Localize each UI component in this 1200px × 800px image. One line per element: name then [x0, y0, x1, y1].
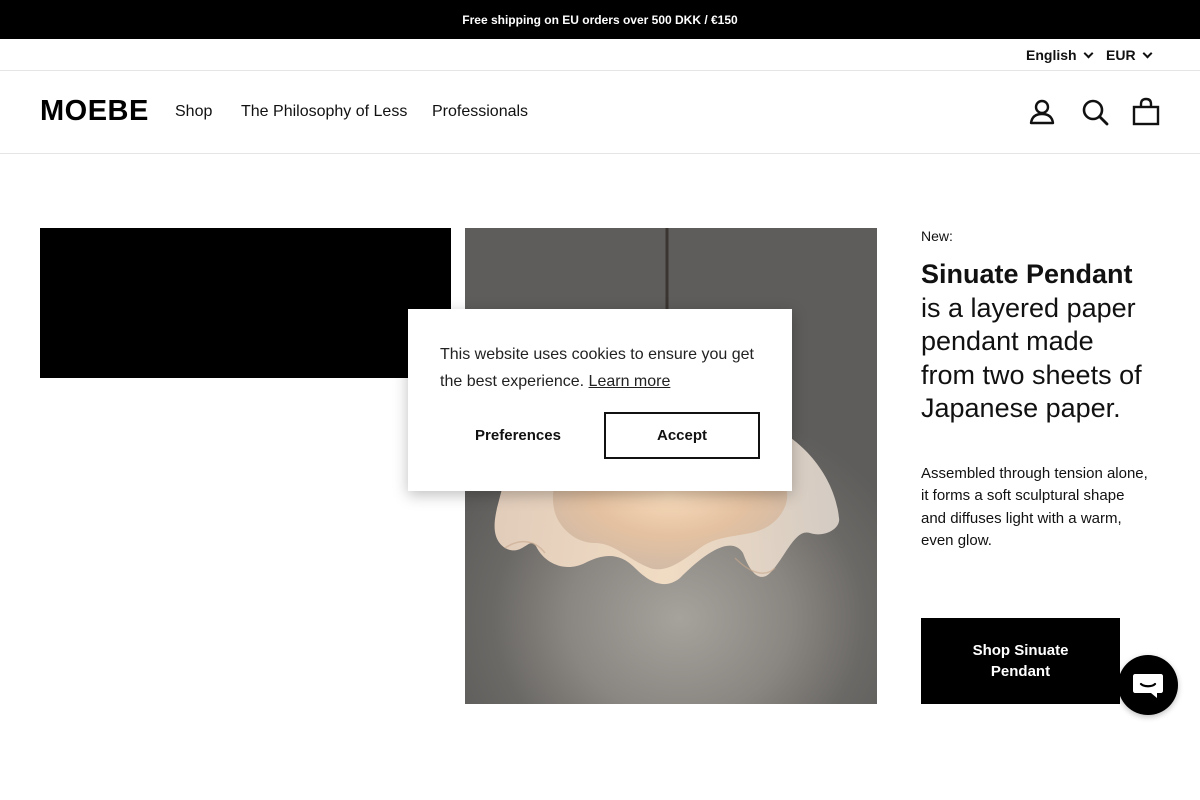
hero-headline: Sinuate Pendant is a layered paper penda…	[921, 258, 1151, 426]
site-logo[interactable]: MOEBE	[40, 95, 149, 128]
product-name: Sinuate Pendant	[921, 259, 1133, 289]
cookie-message: This website uses cookies to ensure you …	[440, 341, 760, 395]
search-icon[interactable]	[1080, 97, 1110, 127]
nav-professionals[interactable]: Professionals	[432, 103, 528, 121]
learn-more-link[interactable]: Learn more	[589, 373, 671, 390]
announcement-text: Free shipping on EU orders over 500 DKK …	[462, 12, 738, 27]
cookie-banner: This website uses cookies to ensure you …	[408, 309, 792, 491]
video-tile	[40, 228, 451, 378]
chat-button[interactable]	[1118, 655, 1178, 715]
shop-sinuate-pendant-button[interactable]: Shop Sinuate Pendant	[921, 618, 1120, 704]
cart-icon[interactable]	[1131, 97, 1161, 127]
chevron-down-icon	[1083, 48, 1094, 58]
account-icon[interactable]	[1027, 97, 1057, 127]
language-selector[interactable]: English	[1026, 47, 1094, 63]
accept-button[interactable]: Accept	[604, 412, 760, 459]
hero-body: Assembled through tension alone, it form…	[921, 464, 1148, 550]
language-label: English	[1026, 47, 1077, 63]
hero-copy: New: Sinuate Pendant is a layered paper …	[921, 228, 1151, 553]
currency-label: EUR	[1106, 47, 1136, 63]
site-header: MOEBE Shop The Philosophy of Less Profes…	[0, 71, 1200, 154]
nav-shop[interactable]: Shop	[175, 103, 212, 121]
preferences-button[interactable]: Preferences	[448, 412, 588, 458]
announcement-bar: Free shipping on EU orders over 500 DKK …	[0, 0, 1200, 39]
utility-bar: English EUR	[0, 39, 1200, 71]
headline-rest: is a layered paper pendant made from two…	[921, 292, 1142, 424]
hero-eyebrow: New:	[921, 228, 953, 244]
nav-philosophy-of-less[interactable]: The Philosophy of Less	[241, 103, 407, 121]
currency-selector[interactable]: EUR	[1106, 47, 1153, 63]
chevron-down-icon	[1142, 48, 1153, 58]
chat-icon	[1133, 674, 1163, 698]
